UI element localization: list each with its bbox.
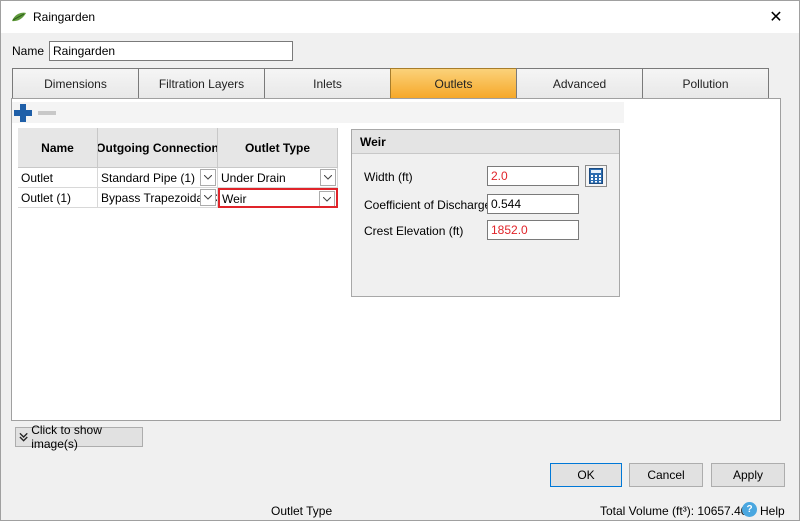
coefficient-input[interactable]: 0.544 xyxy=(487,194,579,214)
column-header-name[interactable]: Name xyxy=(18,128,98,168)
remove-outlet-icon[interactable] xyxy=(38,111,56,115)
help-link[interactable]: Help xyxy=(760,504,785,518)
tab-advanced[interactable]: Advanced xyxy=(516,68,643,99)
cancel-button[interactable]: Cancel xyxy=(629,463,703,487)
total-volume: Total Volume (ft³): 10657.406 xyxy=(600,504,755,518)
outlet-grid: Name Outgoing Connection Outlet Type Out… xyxy=(18,128,338,208)
help-icon[interactable]: ? xyxy=(742,502,757,517)
width-label: Width (ft) xyxy=(364,170,413,184)
add-outlet-icon[interactable] xyxy=(14,104,32,122)
outlet-row-1-name[interactable]: Outlet (1) xyxy=(18,188,98,208)
column-header-connection[interactable]: Outgoing Connection xyxy=(98,128,218,168)
crest-elevation-input[interactable]: 1852.0 xyxy=(487,220,579,240)
chevron-down-icon[interactable] xyxy=(200,189,216,206)
outlet-type-value: Weir xyxy=(222,192,247,206)
ok-button[interactable]: OK xyxy=(550,463,622,487)
calculator-button[interactable] xyxy=(585,165,607,187)
outlet-type-value: Under Drain xyxy=(221,171,286,185)
outlet-row-1-connection[interactable]: Bypass Trapezoidal C xyxy=(98,188,218,208)
raingarden-leaf-icon xyxy=(12,12,26,22)
outlet-row-0-type[interactable]: Under Drain xyxy=(218,168,338,188)
close-icon: ✕ xyxy=(769,8,783,26)
window-title: Raingarden xyxy=(33,10,96,24)
weir-title: Weir xyxy=(352,130,619,154)
status-bar: Outlet Type Total Volume (ft³): 10657.40… xyxy=(1,501,799,521)
outlet-row-1-type[interactable]: Weir xyxy=(218,188,338,208)
connection-value: Standard Pipe (1) xyxy=(101,171,196,185)
show-images-label: Click to show image(s) xyxy=(31,423,102,451)
weir-properties: Weir Width (ft) 2.0 Coefficient of Disch… xyxy=(351,129,620,297)
grid-toolbar xyxy=(12,102,624,123)
coefficient-label: Coefficient of Discharge xyxy=(364,198,492,212)
name-input[interactable] xyxy=(49,41,293,61)
apply-button[interactable]: Apply xyxy=(711,463,785,487)
width-input[interactable]: 2.0 xyxy=(487,166,579,186)
tab-outlets[interactable]: Outlets xyxy=(390,68,517,99)
close-button[interactable]: ✕ xyxy=(753,1,799,32)
chevron-down-icon[interactable] xyxy=(200,169,216,186)
title-bar: Raingarden ✕ xyxy=(1,1,799,33)
column-header-outlet-type[interactable]: Outlet Type xyxy=(218,128,338,168)
chevron-down-icon[interactable] xyxy=(320,169,336,186)
calculator-icon xyxy=(589,168,603,184)
tab-dimensions[interactable]: Dimensions xyxy=(12,68,139,99)
show-images-button[interactable]: Click to show image(s) xyxy=(15,423,143,451)
dialog-window: Raingarden ✕ Name Dimensions Filtration … xyxy=(0,0,800,521)
status-field-name: Outlet Type xyxy=(271,504,333,518)
tab-filtration-layers[interactable]: Filtration Layers xyxy=(138,68,265,99)
tab-pollution[interactable]: Pollution xyxy=(642,68,769,99)
outlet-row-0-name[interactable]: Outlet xyxy=(18,168,98,188)
tab-strip: Dimensions Filtration Layers Inlets Outl… xyxy=(12,68,769,99)
crest-elevation-label: Crest Elevation (ft) xyxy=(364,224,464,238)
name-label: Name xyxy=(12,44,45,58)
chevron-down-icon[interactable] xyxy=(319,191,335,206)
tab-inlets[interactable]: Inlets xyxy=(264,68,391,99)
outlet-row-0-connection[interactable]: Standard Pipe (1) xyxy=(98,168,218,188)
double-chevron-down-icon xyxy=(19,432,28,442)
